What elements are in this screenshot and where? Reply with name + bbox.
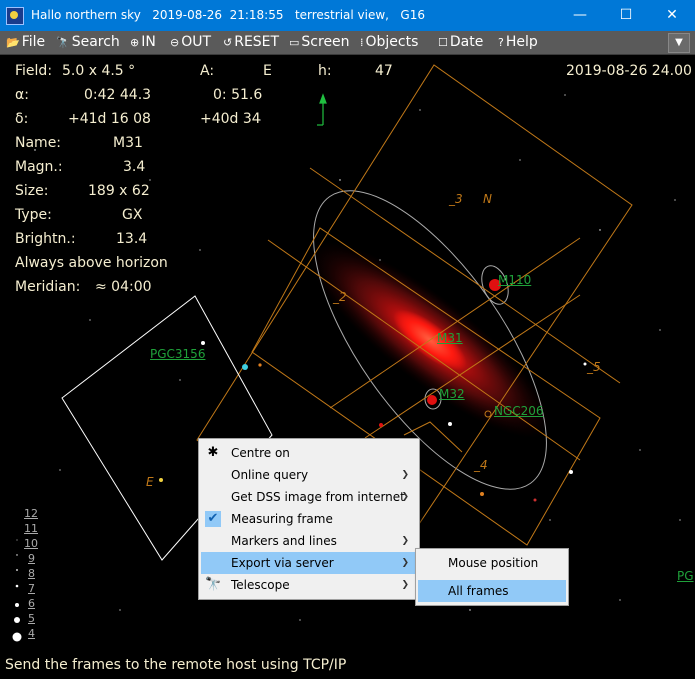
brightness-label: Brightn.: [15,231,76,247]
mag-scale-11: 11 [24,522,38,535]
telescope-icon: 🔭 [205,577,222,592]
alpha-label: α: [15,87,29,103]
menu-bar: 📂 File 🔭 Search ⊕ IN ⊖ OUT ↺ RESET ▭ Screen ⁞ O… [0,31,695,55]
maximize-button[interactable]: ☐ [603,0,649,31]
frame-east-marker: E [146,475,154,489]
pgc3156-star [242,364,248,370]
mag-scale-6: 6 [28,597,35,610]
frame-number-2: _2 [333,290,347,304]
app-icon [6,7,24,25]
horizon-text: Always above horizon [15,255,168,271]
type-value: GX [122,207,143,223]
mag-scale-5: 5 [28,612,35,625]
m32-glow [427,395,437,405]
north-arrow [317,93,327,126]
status-text: Send the frames to the remote host using… [5,657,347,673]
mag-scale-8: 8 [28,567,35,580]
delta-extra: +40d 34 [200,111,261,127]
menu-item-measuring-frame[interactable]: ✔ Measuring frame [201,508,417,530]
mag-scale-12: 12 [24,507,38,520]
field-label: Field: [15,63,53,79]
frame-number-3: _3 [449,192,463,206]
zoom-out-icon: ⊖ [170,36,180,49]
menu-item-telescope[interactable]: 🔭 Telescope ❯ [201,574,417,596]
object-label-pgc3156[interactable]: PGC3156 [150,347,205,361]
menu-item-dss-image[interactable]: Get DSS image from internet ❯ [201,486,417,508]
magnitude-dots [12,539,22,642]
meridian-value: ≈ 04:00 [95,279,152,295]
alpha-extra: 0: 51.6 [213,87,263,103]
menu-date[interactable]: ☐ Date [438,34,483,50]
menu-item-markers-lines[interactable]: Markers and lines ❯ [201,530,417,552]
frame-number-4: _4 [474,458,488,472]
centre-icon: ✱ [207,445,219,460]
chevron-right-icon: ❯ [401,492,409,502]
name-value: M31 [113,135,143,151]
type-label: Type: [15,207,52,223]
alpha-value: 0:42 44.3 [84,87,152,103]
mag-scale-4: 4 [28,627,35,640]
reset-icon: ↺ [223,36,233,49]
delta-value: +41d 16 08 [68,111,151,127]
close-button[interactable]: ✕ [649,0,695,31]
azimuth-value: E [263,63,272,79]
field-value: 5.0 x 4.5 ° [62,63,136,79]
height-label: h: [318,63,332,79]
menu-zoom-out[interactable]: ⊖ OUT [170,34,211,50]
export-submenu: Mouse position All frames [415,548,569,606]
submenu-item-mouse-position[interactable]: Mouse position [418,552,566,574]
screen-icon: ▭ [289,36,300,49]
window-title: Hallo northern sky 2019-08-26 21:18:55 t… [31,8,425,22]
size-value: 189 x 62 [88,183,150,199]
context-menu: ✱ Centre on Online query ❯ Get DSS image… [198,438,420,600]
height-value: 47 [375,63,393,79]
menu-screen[interactable]: ▭ Screen [289,34,350,50]
magnitude-value: 3.4 [123,159,146,175]
meridian-label: Meridian: [15,279,81,295]
object-label-pg[interactable]: PG [677,569,694,583]
chevron-right-icon: ❯ [401,580,409,590]
menu-item-online-query[interactable]: Online query ❯ [201,464,417,486]
menu-help[interactable]: ? Help [498,34,538,50]
object-label-m31[interactable]: M31 [437,331,463,345]
menu-reset[interactable]: ↺ RESET [223,34,279,50]
submenu-item-all-frames[interactable]: All frames [418,580,566,602]
minimize-button[interactable]: — [557,0,603,31]
object-label-ngc206[interactable]: NGC206 [494,404,544,418]
calendar-icon: ☐ [438,36,448,49]
frame-number-5: _5 [587,360,601,374]
menu-overflow-button[interactable]: ▼ [668,33,690,53]
menu-item-export-server[interactable]: Export via server ❯ [201,552,417,574]
status-bar: Send the frames to the remote host using… [0,655,695,679]
date-readout: 2019-08-26 24.00 [566,63,692,79]
menu-zoom-in[interactable]: ⊕ IN [130,34,156,50]
menu-file[interactable]: 📂 File [6,34,45,50]
mag-scale-9: 9 [28,552,35,565]
frame-north-marker: N [483,192,492,206]
menu-search[interactable]: 🔭 Search [56,34,120,50]
chevron-right-icon: ❯ [401,536,409,546]
azimuth-label: A: [200,63,215,79]
object-label-m110[interactable]: M110 [498,273,531,287]
brightness-value: 13.4 [116,231,148,247]
check-icon: ✔ [205,511,221,527]
menu-item-centre-on[interactable]: ✱ Centre on [201,442,417,464]
folder-icon: 📂 [6,36,20,49]
chevron-right-icon: ❯ [401,470,409,480]
mag-scale-7: 7 [28,582,35,595]
title-bar: Hallo northern sky 2019-08-26 21:18:55 t… [0,0,695,31]
object-label-m32[interactable]: M32 [439,387,465,401]
size-label: Size: [15,183,49,199]
help-icon: ? [498,36,504,49]
zoom-in-icon: ⊕ [130,36,140,49]
name-label: Name: [15,135,62,151]
mag-scale-10: 10 [24,537,38,550]
binoculars-icon: 🔭 [56,36,70,49]
chevron-right-icon: ❯ [401,558,409,568]
objects-icon: ⁞ [360,36,364,49]
magnitude-label: Magn.: [15,159,63,175]
menu-objects[interactable]: ⁞ Objects [360,34,418,50]
delta-label: δ: [15,111,29,127]
